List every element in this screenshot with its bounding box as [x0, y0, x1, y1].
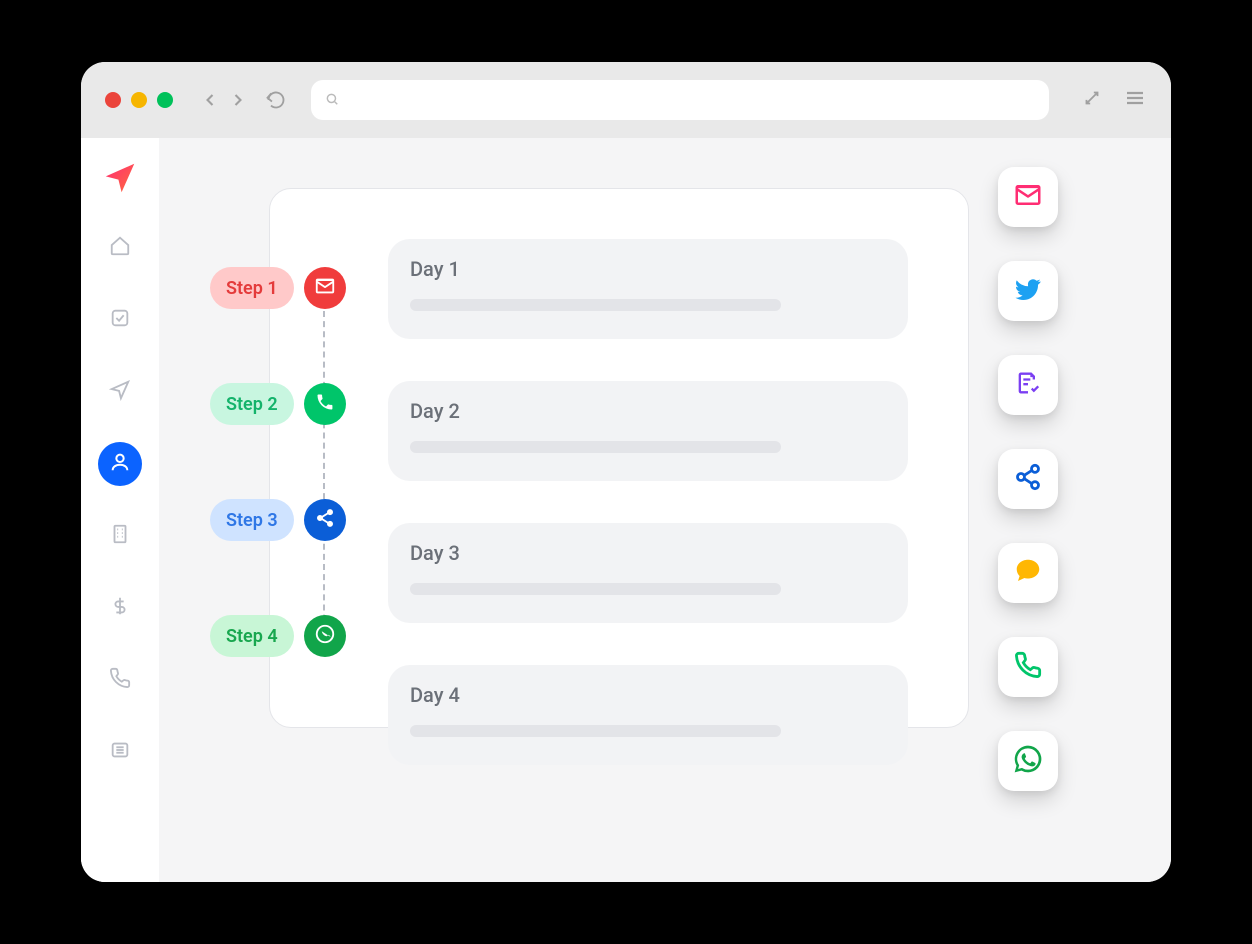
- titlebar: [81, 62, 1171, 138]
- step-3-pill: Step 3: [210, 499, 294, 541]
- step-3-label: Step 3: [226, 510, 278, 531]
- chip-chat[interactable]: [998, 543, 1058, 603]
- day-1-card[interactable]: Day 1: [388, 239, 908, 339]
- placeholder-bar: [410, 441, 781, 453]
- day-4-title: Day 4: [410, 683, 886, 707]
- share-icon: [315, 508, 335, 532]
- step-1-pill: Step 1: [210, 267, 294, 309]
- days-column: Day 1 Day 2 Day 3 Day 4: [388, 239, 918, 765]
- url-bar[interactable]: [311, 80, 1049, 120]
- chat-bubble-icon: [1013, 556, 1043, 590]
- send-icon: [109, 379, 131, 405]
- chip-email[interactable]: [998, 167, 1058, 227]
- sidebar-item-calls[interactable]: [98, 658, 142, 702]
- content-area: Step 1 Step 2 Step 3: [81, 138, 1171, 882]
- phone-icon: [109, 667, 131, 693]
- nav-buttons: [199, 89, 287, 111]
- sidebar-item-list[interactable]: [98, 730, 142, 774]
- step-4-circle: [304, 615, 346, 657]
- back-button[interactable]: [199, 89, 221, 111]
- placeholder-bar: [410, 725, 781, 737]
- main-inner: Step 1 Step 2 Step 3: [269, 188, 1131, 728]
- day-1-title: Day 1: [410, 257, 886, 281]
- window-controls: [105, 92, 173, 108]
- minimize-window-button[interactable]: [131, 92, 147, 108]
- day-4-card[interactable]: Day 4: [388, 665, 908, 765]
- user-icon: [109, 451, 131, 477]
- search-icon: [325, 91, 339, 110]
- day-3-title: Day 3: [410, 541, 886, 565]
- sidebar-item-building[interactable]: [98, 514, 142, 558]
- share-icon: [1014, 463, 1042, 495]
- sidebar-item-billing[interactable]: [98, 586, 142, 630]
- placeholder-bar: [410, 299, 781, 311]
- form-check-icon: [1014, 369, 1042, 401]
- phone-icon: [1014, 651, 1042, 683]
- main-area: Step 1 Step 2 Step 3: [159, 138, 1171, 882]
- step-1[interactable]: Step 1: [210, 267, 346, 309]
- step-3[interactable]: Step 3: [210, 499, 346, 541]
- envelope-icon: [314, 275, 336, 301]
- chip-phone[interactable]: [998, 637, 1058, 697]
- placeholder-bar: [410, 583, 781, 595]
- day-3-card[interactable]: Day 3: [388, 523, 908, 623]
- expand-button[interactable]: [1081, 87, 1103, 113]
- chip-form[interactable]: [998, 355, 1058, 415]
- chip-share[interactable]: [998, 449, 1058, 509]
- step-4-label: Step 4: [226, 626, 278, 647]
- forward-button[interactable]: [227, 89, 249, 111]
- step-4-pill: Step 4: [210, 615, 294, 657]
- reload-button[interactable]: [265, 89, 287, 111]
- sidebar-item-contacts[interactable]: [98, 442, 142, 486]
- phone-icon: [315, 392, 335, 416]
- step-connector-line: [323, 311, 325, 651]
- maximize-window-button[interactable]: [157, 92, 173, 108]
- envelope-icon: [1013, 180, 1043, 214]
- check-square-icon: [109, 307, 131, 333]
- whatsapp-icon: [1012, 743, 1044, 779]
- close-window-button[interactable]: [105, 92, 121, 108]
- day-2-card[interactable]: Day 2: [388, 381, 908, 481]
- menu-button[interactable]: [1123, 86, 1147, 114]
- titlebar-right: [1081, 86, 1147, 114]
- sidebar-item-home[interactable]: [98, 226, 142, 270]
- list-icon: [109, 739, 131, 765]
- channel-chips: [998, 167, 1058, 791]
- step-1-circle: [304, 267, 346, 309]
- step-1-label: Step 1: [226, 278, 278, 299]
- chip-whatsapp[interactable]: [998, 731, 1058, 791]
- home-icon: [109, 235, 131, 261]
- twitter-icon: [1013, 274, 1043, 308]
- step-2-pill: Step 2: [210, 383, 294, 425]
- sidebar-item-send[interactable]: [98, 370, 142, 414]
- step-2-label: Step 2: [226, 394, 278, 415]
- app-logo[interactable]: [100, 158, 140, 198]
- whatsapp-icon: [314, 623, 336, 649]
- steps-column: Step 1 Step 2 Step 3: [210, 267, 346, 657]
- sequence-card: Step 1 Step 2 Step 3: [269, 188, 969, 728]
- building-icon: [109, 523, 131, 549]
- day-2-title: Day 2: [410, 399, 886, 423]
- sidebar: [81, 138, 159, 882]
- step-3-circle: [304, 499, 346, 541]
- dollar-icon: [109, 595, 131, 621]
- step-2[interactable]: Step 2: [210, 383, 346, 425]
- chip-twitter[interactable]: [998, 261, 1058, 321]
- app-window: Step 1 Step 2 Step 3: [81, 62, 1171, 882]
- sidebar-item-tasks[interactable]: [98, 298, 142, 342]
- step-2-circle: [304, 383, 346, 425]
- step-4[interactable]: Step 4: [210, 615, 346, 657]
